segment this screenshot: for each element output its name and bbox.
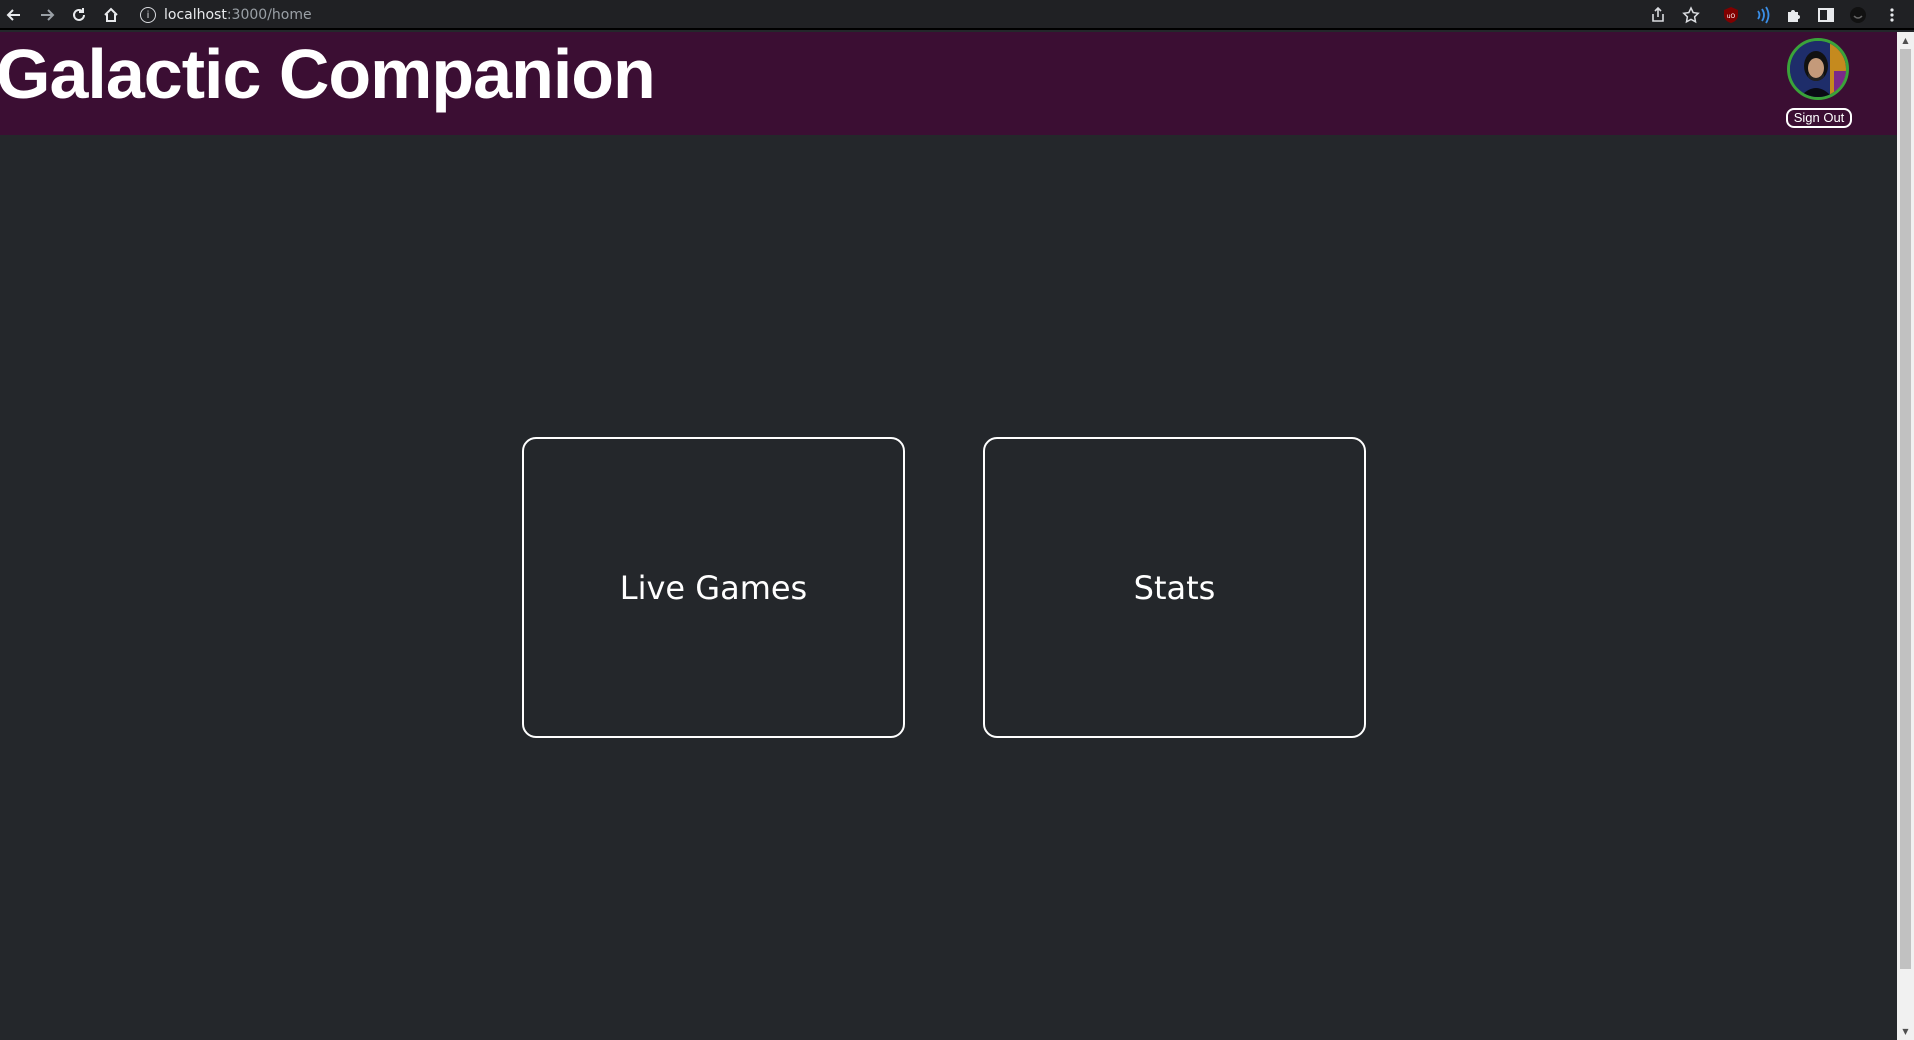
reload-icon[interactable] (68, 4, 90, 26)
sidebar-icon[interactable] (1816, 5, 1836, 25)
url-path: :3000/home (226, 7, 312, 23)
scrollbar-thumb[interactable] (1900, 49, 1911, 969)
profile-icon[interactable] (1848, 5, 1868, 25)
browser-toolbar: i localhost:3000/home uO (0, 0, 1914, 30)
share-icon[interactable] (1648, 5, 1668, 25)
scroll-down-icon[interactable]: ▼ (1897, 1023, 1914, 1040)
app-title: Galactic Companion (0, 35, 656, 113)
page-scrollbar[interactable]: ▲ ▼ (1897, 32, 1914, 1040)
sign-out-button[interactable]: Sign Out (1786, 108, 1852, 128)
forward-icon[interactable] (36, 4, 58, 26)
back-icon[interactable] (3, 4, 25, 26)
live-games-label: Live Games (619, 568, 808, 607)
star-icon[interactable] (1681, 5, 1701, 25)
stats-label: Stats (1133, 568, 1216, 607)
address-bar[interactable]: i localhost:3000/home (140, 4, 312, 26)
scroll-up-icon[interactable]: ▲ (1897, 32, 1914, 49)
avatar[interactable] (1787, 38, 1849, 100)
puzzle-icon[interactable] (1784, 5, 1804, 25)
menu-icon[interactable] (1882, 5, 1902, 25)
svg-text:uO: uO (1727, 13, 1736, 20)
info-icon[interactable]: i (140, 7, 156, 23)
extension-wave-icon[interactable] (1752, 5, 1772, 25)
stats-card[interactable]: Stats (983, 437, 1366, 738)
app-header: Galactic Companion Sign Out (0, 32, 1897, 135)
ublock-icon[interactable]: uO (1721, 5, 1741, 25)
url-host: localhost (164, 7, 227, 23)
home-icon[interactable] (100, 4, 122, 26)
live-games-card[interactable]: Live Games (522, 437, 905, 738)
